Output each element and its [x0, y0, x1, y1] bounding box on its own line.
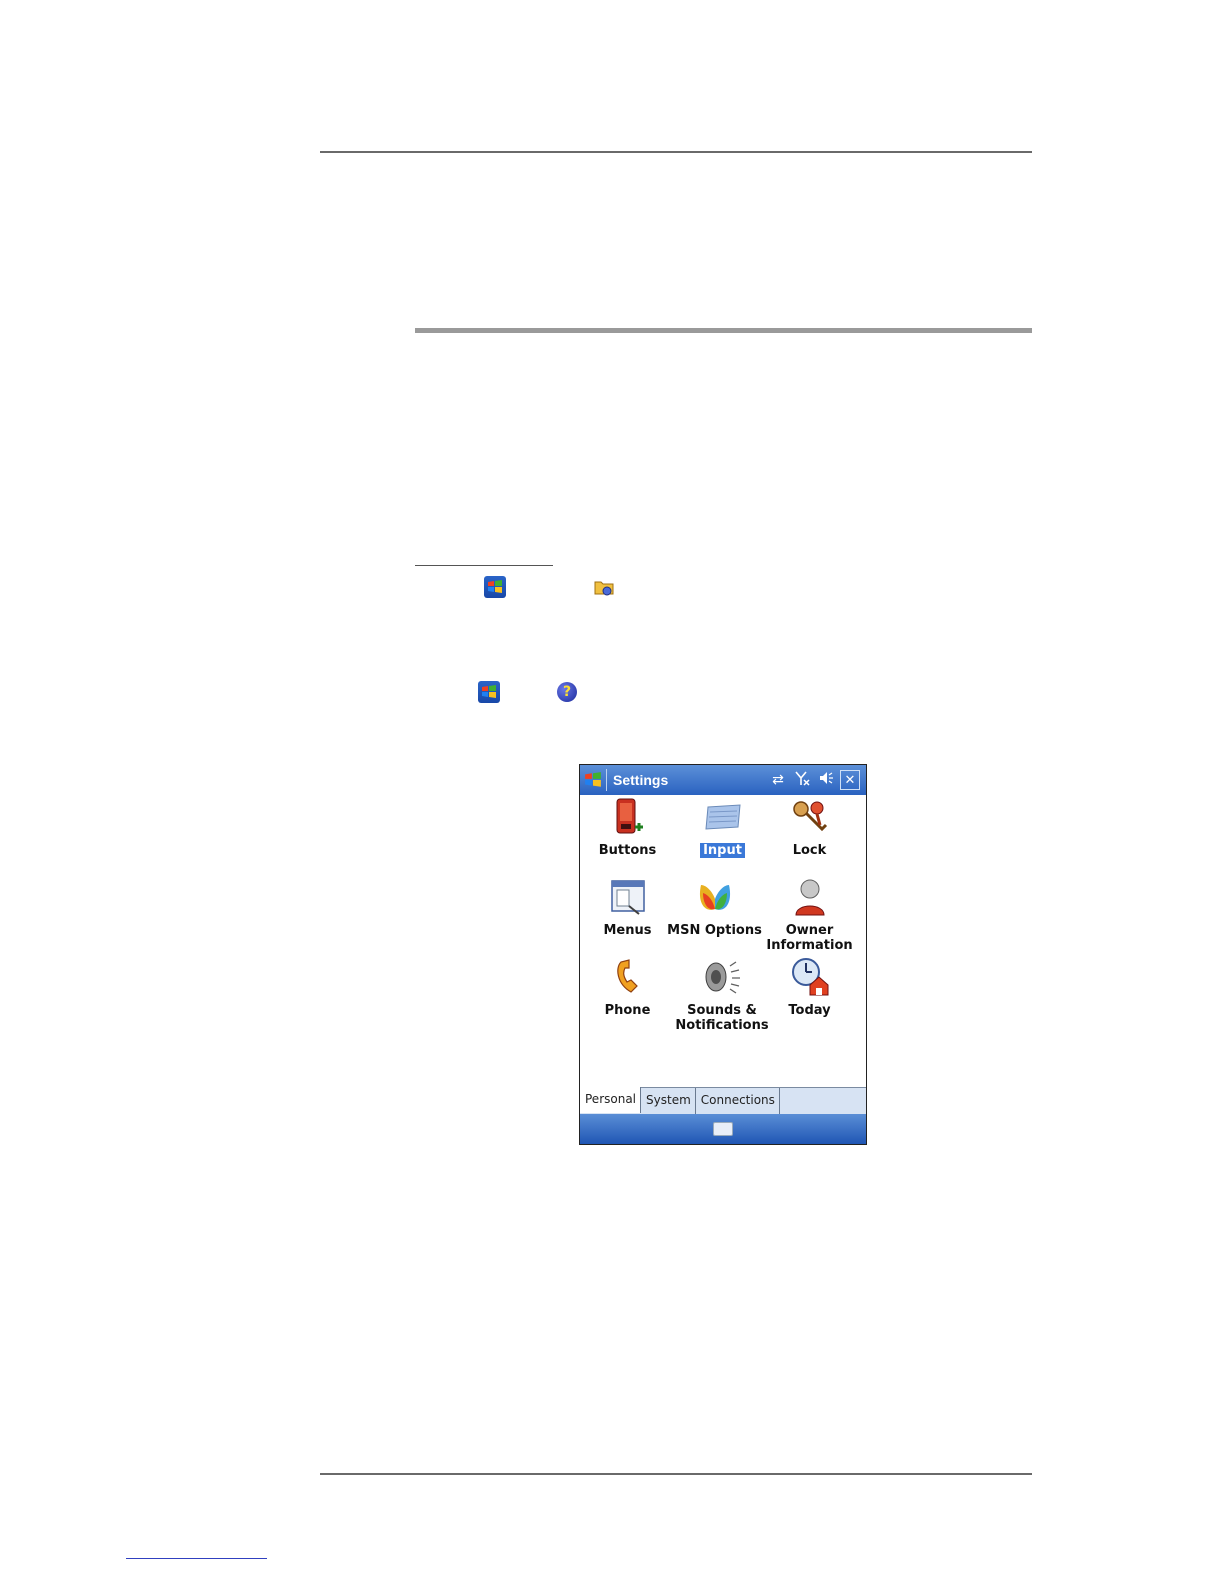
owner-icon [790, 877, 830, 917]
settings-item-today[interactable]: Today [762, 957, 857, 1018]
start-button[interactable] [580, 765, 606, 795]
tab-connections[interactable]: Connections [696, 1088, 780, 1114]
settings-item-label: Phone [604, 1003, 651, 1018]
settings-item-label: Lock [792, 843, 827, 858]
menus-icon [608, 877, 648, 917]
buttons-icon [608, 797, 648, 837]
tab-bar: Personal System Connections [580, 1087, 866, 1114]
tab-system[interactable]: System [641, 1088, 696, 1114]
title-bar: Settings ⇄ ✕ [580, 765, 866, 795]
soft-key-bar [580, 1114, 866, 1144]
windows-flag-icon [585, 772, 601, 787]
settings-folder-icon [593, 576, 615, 598]
no-signal-icon[interactable] [790, 770, 814, 790]
settings-item-phone[interactable]: Phone [580, 957, 675, 1018]
settings-item-label: Menus [603, 923, 652, 938]
windows-start-icon [478, 681, 500, 703]
settings-item-msn-options[interactable]: MSN Options [667, 877, 762, 938]
msn-butterfly-icon [695, 877, 735, 917]
speaker-icon[interactable] [814, 770, 838, 790]
settings-item-label: Input [700, 843, 745, 858]
settings-item-input[interactable]: Input [675, 797, 770, 858]
settings-item-label: Owner Information [766, 923, 853, 953]
keyboard-icon [703, 797, 743, 837]
header-rule [320, 151, 1032, 153]
settings-item-lock[interactable]: Lock [762, 797, 857, 858]
device-screenshot: Settings ⇄ ✕ Buttons Input Lock Menus MS… [579, 764, 867, 1145]
keys-icon [790, 797, 830, 837]
phone-icon [608, 957, 648, 997]
settings-item-menus[interactable]: Menus [580, 877, 675, 938]
section-divider [415, 328, 1032, 333]
window-title: Settings [613, 772, 669, 788]
settings-item-owner-information[interactable]: Owner Information [757, 877, 862, 953]
settings-item-sounds-notifications[interactable]: Sounds & Notifications [667, 957, 777, 1033]
help-icon: ? [557, 682, 577, 702]
footer-rule [320, 1473, 1032, 1475]
settings-item-label: Sounds & Notifications [675, 1003, 769, 1033]
today-icon [790, 957, 830, 997]
title-separator [606, 769, 607, 791]
subheading-underline [415, 565, 553, 566]
speaker-icon [702, 957, 742, 997]
settings-item-buttons[interactable]: Buttons [580, 797, 675, 858]
footer-link-underline [126, 1558, 267, 1559]
settings-item-label: Buttons [598, 843, 657, 858]
windows-start-icon [484, 576, 506, 598]
sync-arrows-icon[interactable]: ⇄ [766, 772, 790, 788]
keyboard-toggle-icon[interactable] [713, 1122, 733, 1136]
close-icon[interactable]: ✕ [840, 770, 860, 790]
settings-item-label: MSN Options [667, 923, 762, 938]
settings-item-label: Today [788, 1003, 831, 1018]
tab-personal[interactable]: Personal [580, 1087, 642, 1113]
